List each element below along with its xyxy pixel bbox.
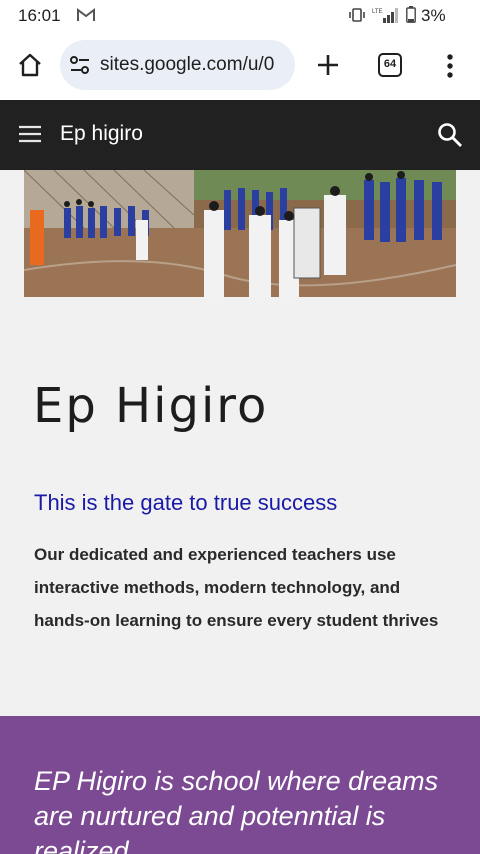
status-bar: 16:01 LTE 3%: [0, 0, 480, 32]
browser-toolbar: sites.google.com/u/0 64: [0, 32, 480, 100]
description-text: Our dedicated and experienced teachers u…: [34, 545, 439, 630]
page-heading: Ep Higiro: [33, 378, 269, 434]
address-bar[interactable]: sites.google.com/u/0: [60, 40, 295, 90]
plus-icon[interactable]: [316, 53, 340, 77]
battery-icon: [406, 6, 416, 23]
vibrate-icon: [349, 8, 365, 22]
school-photo: [24, 170, 456, 297]
quote-text: EP Higiro is school where dreams are nur…: [34, 766, 439, 854]
menu-icon[interactable]: [18, 124, 42, 144]
more-vert-icon[interactable]: [446, 54, 454, 78]
gmail-icon: [77, 8, 95, 21]
tune-icon[interactable]: [69, 55, 91, 75]
site-header: Ep higiro: [0, 100, 480, 170]
search-icon[interactable]: [437, 122, 463, 148]
hero-image: [24, 170, 456, 297]
battery-percent: 3%: [421, 6, 446, 25]
home-icon[interactable]: [17, 52, 43, 78]
svg-text:LTE: LTE: [372, 9, 383, 15]
status-time: 16:01: [18, 6, 61, 25]
quote-section: EP Higiro is school where dreams are nur…: [0, 716, 480, 854]
signal-icon: LTE: [372, 8, 398, 23]
site-title[interactable]: Ep higiro: [60, 122, 143, 146]
tagline: This is the gate to true success: [34, 490, 338, 515]
tab-switcher-button[interactable]: 64: [378, 53, 402, 77]
url-text[interactable]: sites.google.com/u/0: [100, 54, 288, 76]
